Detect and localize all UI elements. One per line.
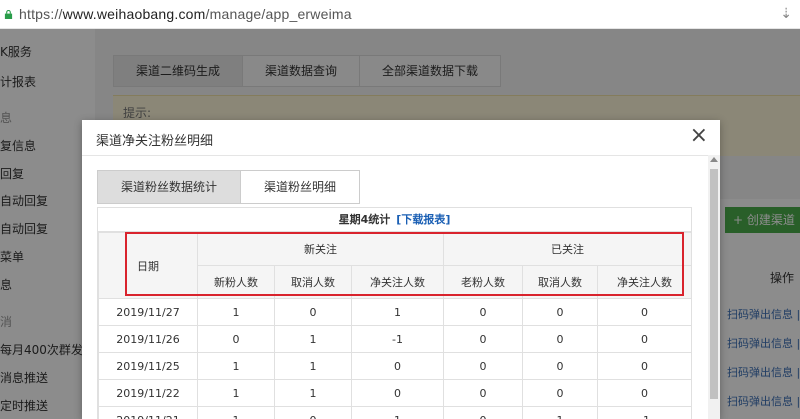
table-cell: 0 [597,325,692,353]
table-cell: 0 [443,298,523,326]
table-cell: 1 [274,379,352,407]
tab-fans-stats[interactable]: 渠道粉丝数据统计 [97,170,242,204]
tab-fans-detail[interactable]: 渠道粉丝明细 [240,170,361,204]
table-cell: 1 [197,298,275,326]
table-cell: 1 [274,325,352,353]
modal-scrollbar[interactable] [708,155,720,419]
table-cell: 0 [522,379,598,407]
table-row: 2019/11/26 0 1 -1 0 0 0 [98,325,692,353]
table-cell: -1 [597,406,692,419]
caption-text: 星期4统计 [338,213,391,226]
table-cell: 1 [197,352,275,380]
table-row: 2019/11/27 1 0 1 0 0 0 [98,298,692,326]
highlight-box [125,232,684,296]
url-text: https://www.weihaobang.com/manage/app_er… [19,6,352,22]
table-cell: 0 [351,352,444,380]
table-cell: 0 [522,325,598,353]
close-icon[interactable]: × [690,124,708,148]
table-caption: 星期4统计 [下载报表] [98,208,691,232]
scroll-up-icon[interactable] [710,157,718,162]
table-cell: 0 [597,352,692,380]
date-cell: 2019/11/27 [98,298,198,326]
table-cell: 0 [443,379,523,407]
table-cell: 0 [274,298,352,326]
table-cell: 1 [351,298,444,326]
table-cell: 1 [522,406,598,419]
table-cell: 1 [197,379,275,407]
lock-icon [4,9,13,19]
download-report-link[interactable]: [下载报表] [396,213,450,226]
table-cell: 0 [443,406,523,419]
table-cell: -1 [351,325,444,353]
date-cell: 2019/11/25 [98,352,198,380]
fans-detail-modal: 渠道净关注粉丝明细 × 渠道粉丝数据统计 渠道粉丝明细 星期4统计 [下载报表] … [82,120,720,419]
table-cell: 0 [197,325,275,353]
date-cell: 2019/11/26 [98,325,198,353]
table-cell: 0 [443,325,523,353]
table-cell: 0 [522,298,598,326]
address-bar[interactable]: https://www.weihaobang.com/manage/app_er… [0,0,800,29]
table-cell: 0 [274,406,352,419]
table-cell: 1 [274,352,352,380]
share-icon[interactable]: ⇣ [780,6,792,22]
table-cell: 1 [351,406,444,419]
table-row: 2019/11/22 1 1 0 0 0 0 [98,379,692,407]
table-cell: 0 [597,298,692,326]
modal-tabs: 渠道粉丝数据统计 渠道粉丝明细 [97,170,361,204]
table-cell: 0 [522,352,598,380]
modal-header: 渠道净关注粉丝明细 × [82,120,720,156]
table-row: 2019/11/25 1 1 0 0 0 0 [98,352,692,380]
date-cell: 2019/11/21 [98,406,198,419]
modal-title: 渠道净关注粉丝明细 [96,134,214,149]
date-cell: 2019/11/22 [98,379,198,407]
scroll-thumb[interactable] [710,169,718,399]
table-cell: 0 [443,352,523,380]
table-cell: 0 [351,379,444,407]
table-row: 2019/11/21 1 0 1 0 1 -1 [98,406,692,419]
table-cell: 0 [597,379,692,407]
table-cell: 1 [197,406,275,419]
